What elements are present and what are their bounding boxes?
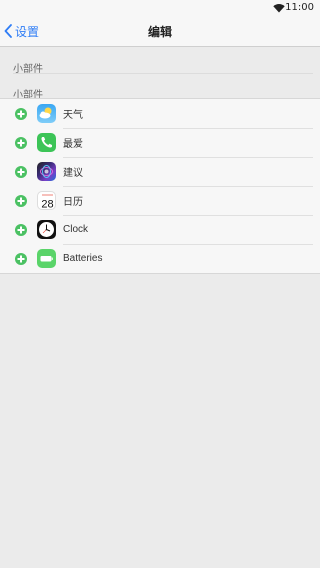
list-item: 28 日历 [0, 186, 320, 215]
battery-icon [37, 249, 56, 268]
widget-label: 最爱 [63, 139, 83, 150]
list-item: 最爱 [0, 128, 320, 157]
widget-label: 日历 [63, 197, 83, 208]
list-item: Batteries [0, 244, 320, 273]
list-item: Clock [0, 215, 320, 244]
calendar-day: 28 [41, 199, 53, 211]
navigation-bar: 设置 编辑 [0, 16, 320, 47]
screen: 11:00 设置 编辑 小部件 小部件 天气 最爱 建议 28 日历 Clock… [0, 0, 320, 568]
status-time: 11:00 [285, 2, 314, 13]
widget-label: 建议 [63, 168, 83, 179]
status-bar: 11:00 [0, 0, 320, 16]
add-widget-button[interactable] [15, 107, 27, 120]
wifi-icon [273, 3, 285, 13]
list-item: 天气 [0, 99, 320, 128]
widget-label: Batteries [63, 253, 103, 264]
widget-label: 天气 [63, 110, 83, 121]
section-divider [13, 73, 313, 74]
add-widget-button[interactable] [15, 194, 27, 207]
add-widget-button[interactable] [15, 223, 27, 236]
weather-icon [37, 104, 56, 123]
widget-label: Clock [63, 224, 89, 235]
page-title: 编辑 [147, 25, 172, 39]
siri-icon [37, 162, 56, 181]
clock-icon [37, 220, 56, 239]
add-widget-button[interactable] [15, 252, 27, 265]
add-widget-button[interactable] [15, 136, 27, 149]
add-widget-button[interactable] [15, 165, 27, 178]
list-item: 建议 [0, 157, 320, 186]
calendar-icon: 28 [37, 191, 56, 210]
widget-list: 天气 最爱 建议 28 日历 Clock Batteries [0, 98, 320, 274]
phone-icon [37, 133, 56, 152]
